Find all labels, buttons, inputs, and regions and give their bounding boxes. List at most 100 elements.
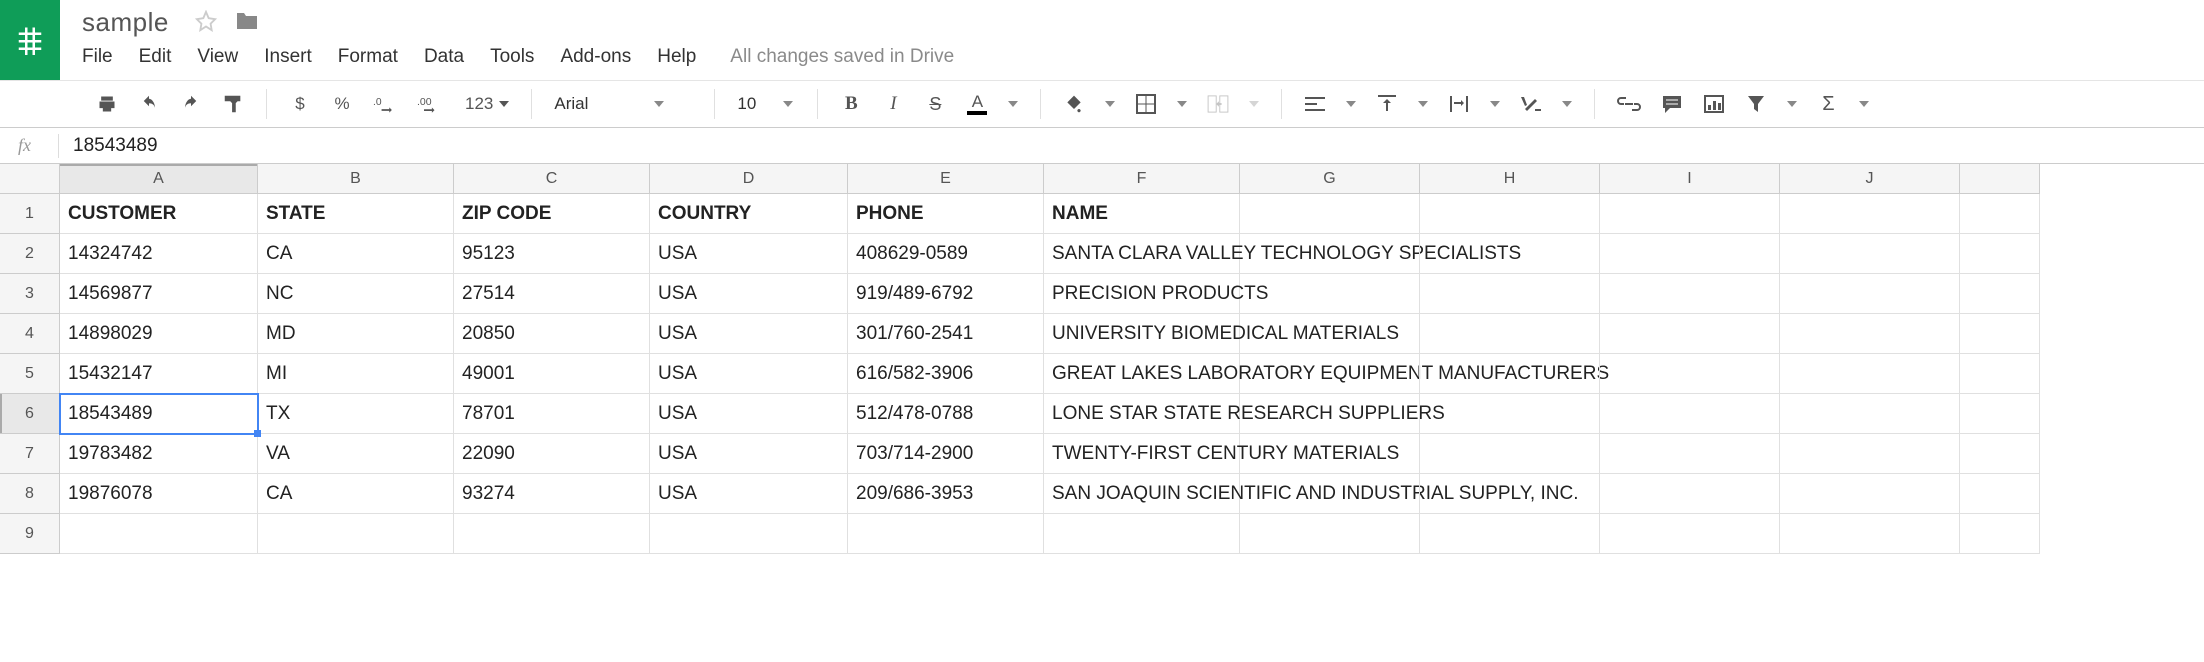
col-header-I[interactable]: I — [1600, 164, 1780, 194]
cell-A4[interactable]: 14898029 — [60, 314, 258, 354]
text-color-button[interactable]: A — [966, 89, 988, 119]
row-header-7[interactable]: 7 — [0, 434, 60, 474]
cell-E4[interactable]: 301/760-2541 — [848, 314, 1044, 354]
folder-icon[interactable] — [235, 11, 259, 34]
cell-J8[interactable] — [1780, 474, 1960, 514]
cell-K3[interactable] — [1960, 274, 2040, 314]
cell-I4[interactable] — [1600, 314, 1780, 354]
cell-F7[interactable]: TWENTY-FIRST CENTURY MATERIALS — [1044, 434, 1240, 474]
cell-K5[interactable] — [1960, 354, 2040, 394]
col-header-H[interactable]: H — [1420, 164, 1600, 194]
italic-button[interactable]: I — [882, 89, 904, 119]
cell-G5[interactable] — [1240, 354, 1420, 394]
col-header-J[interactable]: J — [1780, 164, 1960, 194]
cell-C5[interactable]: 49001 — [454, 354, 650, 394]
cell-G2[interactable] — [1240, 234, 1420, 274]
cell-H6[interactable] — [1420, 394, 1600, 434]
cell-K4[interactable] — [1960, 314, 2040, 354]
cell-B7[interactable]: VA — [258, 434, 454, 474]
row-header-5[interactable]: 5 — [0, 354, 60, 394]
filter-button[interactable] — [1745, 89, 1767, 119]
fill-color-button[interactable] — [1063, 89, 1085, 119]
cell-F1[interactable]: NAME — [1044, 194, 1240, 234]
cell-F4[interactable]: UNIVERSITY BIOMEDICAL MATERIALS — [1044, 314, 1240, 354]
cell-F2[interactable]: SANTA CLARA VALLEY TECHNOLOGY SPECIALIST… — [1044, 234, 1240, 274]
col-header-extra[interactable] — [1960, 164, 2040, 194]
cell-J2[interactable] — [1780, 234, 1960, 274]
cell-C1[interactable]: ZIP CODE — [454, 194, 650, 234]
currency-button[interactable]: $ — [289, 89, 311, 119]
cell-G6[interactable] — [1240, 394, 1420, 434]
merge-cells-button[interactable] — [1207, 89, 1229, 119]
cell-D4[interactable]: USA — [650, 314, 848, 354]
cell-H7[interactable] — [1420, 434, 1600, 474]
doc-title[interactable]: sample — [82, 7, 169, 38]
menu-format[interactable]: Format — [338, 46, 398, 68]
strikethrough-button[interactable]: S — [924, 89, 946, 119]
cell-A8[interactable]: 19876078 — [60, 474, 258, 514]
cell-A2[interactable]: 14324742 — [60, 234, 258, 274]
cell-I3[interactable] — [1600, 274, 1780, 314]
cell-A5[interactable]: 15432147 — [60, 354, 258, 394]
row-header-3[interactable]: 3 — [0, 274, 60, 314]
cell-D6[interactable]: USA — [650, 394, 848, 434]
cell-A1[interactable]: CUSTOMER — [60, 194, 258, 234]
cell-I7[interactable] — [1600, 434, 1780, 474]
col-header-C[interactable]: C — [454, 164, 650, 194]
cell-E3[interactable]: 919/489-6792 — [848, 274, 1044, 314]
col-header-D[interactable]: D — [650, 164, 848, 194]
cell-I2[interactable] — [1600, 234, 1780, 274]
text-wrap-button[interactable] — [1448, 89, 1470, 119]
menu-help[interactable]: Help — [657, 46, 696, 68]
cell-C2[interactable]: 95123 — [454, 234, 650, 274]
cell-E7[interactable]: 703/714-2900 — [848, 434, 1044, 474]
cell-D2[interactable]: USA — [650, 234, 848, 274]
cell-B3[interactable]: NC — [258, 274, 454, 314]
cell-J6[interactable] — [1780, 394, 1960, 434]
increase-decimal-button[interactable]: .00 — [417, 89, 445, 119]
cell-A9[interactable] — [60, 514, 258, 554]
cell-K9[interactable] — [1960, 514, 2040, 554]
cell-H3[interactable] — [1420, 274, 1600, 314]
insert-link-button[interactable] — [1617, 89, 1641, 119]
menu-view[interactable]: View — [197, 46, 238, 68]
cell-I6[interactable] — [1600, 394, 1780, 434]
cell-I5[interactable] — [1600, 354, 1780, 394]
cell-C3[interactable]: 27514 — [454, 274, 650, 314]
menu-file[interactable]: File — [82, 46, 113, 68]
cell-C8[interactable]: 93274 — [454, 474, 650, 514]
percent-button[interactable]: % — [331, 89, 353, 119]
cell-H4[interactable] — [1420, 314, 1600, 354]
cell-A7[interactable]: 19783482 — [60, 434, 258, 474]
row-header-9[interactable]: 9 — [0, 514, 60, 554]
cell-I1[interactable] — [1600, 194, 1780, 234]
menu-addons[interactable]: Add-ons — [560, 46, 631, 68]
cell-J4[interactable] — [1780, 314, 1960, 354]
cell-F9[interactable] — [1044, 514, 1240, 554]
text-rotation-button[interactable] — [1520, 89, 1542, 119]
cell-J5[interactable] — [1780, 354, 1960, 394]
menu-tools[interactable]: Tools — [490, 46, 534, 68]
print-icon[interactable] — [96, 89, 118, 119]
borders-button[interactable] — [1135, 89, 1157, 119]
cell-H1[interactable] — [1420, 194, 1600, 234]
cell-F5[interactable]: GREAT LAKES LABORATORY EQUIPMENT MANUFAC… — [1044, 354, 1240, 394]
cell-K6[interactable] — [1960, 394, 2040, 434]
menu-edit[interactable]: Edit — [139, 46, 172, 68]
col-header-B[interactable]: B — [258, 164, 454, 194]
menu-data[interactable]: Data — [424, 46, 464, 68]
insert-comment-button[interactable] — [1661, 89, 1683, 119]
cell-G9[interactable] — [1240, 514, 1420, 554]
star-icon[interactable] — [195, 10, 217, 35]
cell-B4[interactable]: MD — [258, 314, 454, 354]
cell-E6[interactable]: 512/478-0788 — [848, 394, 1044, 434]
cell-D5[interactable]: USA — [650, 354, 848, 394]
cell-J1[interactable] — [1780, 194, 1960, 234]
decrease-decimal-button[interactable]: .0 — [373, 89, 397, 119]
bold-button[interactable]: B — [840, 89, 862, 119]
cell-J7[interactable] — [1780, 434, 1960, 474]
cell-D1[interactable]: COUNTRY — [650, 194, 848, 234]
row-header-8[interactable]: 8 — [0, 474, 60, 514]
cell-H8[interactable] — [1420, 474, 1600, 514]
cell-E1[interactable]: PHONE — [848, 194, 1044, 234]
